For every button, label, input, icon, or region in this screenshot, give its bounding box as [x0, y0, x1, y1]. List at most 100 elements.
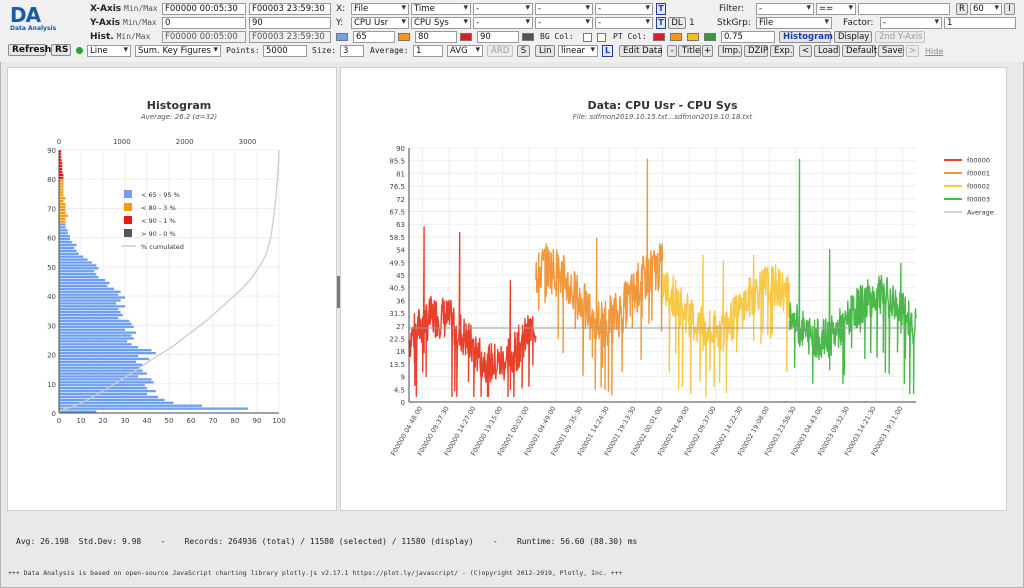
y-select-2[interactable]: CPU Sys: [411, 17, 471, 29]
save-button[interactable]: Save: [878, 45, 904, 57]
title-increase-button[interactable]: +: [702, 45, 713, 57]
factor-input[interactable]: 1: [944, 17, 1016, 29]
xaxis-max-input[interactable]: F00003 23:59:30: [249, 3, 331, 15]
average-function-select[interactable]: AVG: [447, 45, 483, 57]
previous-button[interactable]: <: [799, 45, 812, 57]
histogram-bar: [59, 384, 145, 387]
main-line-chart[interactable]: Data: CPU Usr - CPU SysFile: sdfmon2019.…: [341, 68, 1008, 512]
histogram-bar: [59, 354, 139, 358]
status-runtime: Runtime: 56.60 (88.30) ms: [516, 537, 638, 546]
aggregation-select[interactable]: Sum. Key Figures: [135, 45, 221, 57]
opacity-input[interactable]: 0.75: [721, 31, 775, 43]
x-select-4[interactable]: -: [535, 3, 593, 15]
x-select-3[interactable]: -: [473, 3, 533, 15]
histogram-bar: [59, 372, 147, 375]
x-label: X:: [336, 4, 346, 14]
export-button[interactable]: Exp.: [770, 45, 794, 57]
r-value-select[interactable]: 60: [970, 3, 1002, 15]
y-select-5[interactable]: -: [595, 17, 653, 29]
next-button[interactable]: >: [906, 45, 919, 57]
histogram-panel: Histogram Average: 26.2 (σ=32) 0 10 20 30 40 50…: [7, 67, 337, 511]
edit-data-button[interactable]: Edit Data: [619, 45, 662, 57]
size-label: Size:: [312, 46, 337, 55]
y-title-toggle[interactable]: T: [656, 17, 666, 29]
ard-button[interactable]: ARD: [487, 45, 513, 57]
x-title-toggle[interactable]: T: [656, 3, 666, 15]
average-input[interactable]: 1: [413, 45, 443, 57]
filter-operator-select[interactable]: ==: [816, 3, 856, 15]
main-chart-subtitle: File: sdfmon2019.10.15.txt...sdfmon2019.…: [573, 113, 753, 121]
threshold-1-input[interactable]: 65: [353, 31, 395, 43]
display-button[interactable]: Display: [834, 31, 872, 43]
x-select-1[interactable]: File: [351, 3, 409, 15]
histogram-bar: [59, 401, 174, 404]
histogram-top-tick-label: 3000: [239, 138, 257, 146]
load-button[interactable]: Load: [814, 45, 840, 57]
title-decrease-button[interactable]: -: [667, 45, 677, 57]
yaxis-max-input[interactable]: 90: [249, 17, 331, 29]
bg-col-checkbox-2[interactable]: [597, 33, 606, 42]
l-button[interactable]: L: [602, 45, 613, 57]
y-select-4[interactable]: -: [535, 17, 593, 29]
xaxis-min-input[interactable]: F00000 00:05:30: [162, 3, 246, 15]
threshold-color-2[interactable]: [398, 33, 410, 41]
histogram-bar: [59, 322, 132, 326]
chart-type-select[interactable]: Line: [87, 45, 131, 57]
threshold-2-input[interactable]: 80: [415, 31, 457, 43]
yaxis-min-input[interactable]: 0: [162, 17, 246, 29]
y-select-1[interactable]: CPU Usr: [351, 17, 409, 29]
size-input[interactable]: 3: [340, 45, 364, 57]
bg-col-checkbox-1[interactable]: [583, 33, 592, 42]
refresh-button[interactable]: Refresh: [8, 44, 51, 56]
points-input[interactable]: 5000: [263, 45, 307, 57]
default-button[interactable]: Default: [842, 45, 877, 57]
histogram-legend-label: < 80 - 3 %: [141, 204, 176, 212]
info-button[interactable]: I: [1004, 3, 1015, 15]
histogram-bar: [59, 173, 64, 177]
scale-select[interactable]: linear: [558, 45, 598, 57]
s-button[interactable]: S: [517, 45, 530, 57]
filter-value-input[interactable]: [858, 3, 950, 15]
pt-color-4[interactable]: [704, 33, 716, 41]
dzip-button[interactable]: DZIP: [744, 45, 768, 57]
main-y-tick-label: 81: [396, 170, 405, 178]
threshold-3-input[interactable]: 90: [477, 31, 519, 43]
second-yaxis-button[interactable]: 2nd Y-Axis: [875, 31, 925, 43]
dl-button[interactable]: DL: [668, 17, 686, 29]
hide-link[interactable]: Hide: [925, 47, 943, 56]
hist-max-input[interactable]: F00003 23:59:30: [249, 31, 331, 43]
histogram-y-tick-label: 60: [47, 235, 56, 243]
histogram-y-tick-label: 40: [47, 293, 56, 301]
histogram-bar: [59, 270, 95, 273]
status-bar: Avg: 26.198 Std.Dev: 9.98 - Records: 264…: [16, 537, 638, 546]
x-select-2[interactable]: Time: [411, 3, 471, 15]
main-y-tick-label: 31.5: [389, 310, 405, 318]
threshold-color-4[interactable]: [522, 33, 534, 41]
rs-button[interactable]: RS: [51, 44, 71, 56]
pt-color-1[interactable]: [653, 33, 665, 41]
hist-min-input[interactable]: F00000 00:05:00: [162, 31, 246, 43]
main-y-tick-label: 18: [396, 348, 405, 356]
y-select-3[interactable]: -: [473, 17, 533, 29]
lin-button[interactable]: Lin: [535, 45, 555, 57]
filter-field-select[interactable]: -: [756, 3, 814, 15]
histogram-x-tick-label: 70: [209, 417, 218, 425]
histogram-x-tick-label: 100: [272, 417, 285, 425]
threshold-color-1[interactable]: [336, 33, 348, 41]
y-label: Y:: [336, 18, 344, 28]
threshold-color-3[interactable]: [460, 33, 472, 41]
pt-color-2[interactable]: [670, 33, 682, 41]
histogram-button[interactable]: Histogram: [779, 31, 833, 43]
stkgrp-select[interactable]: File: [756, 17, 832, 29]
histogram-chart[interactable]: HistogramAverage: 26.2 (σ=32) 0 10 20 30 40 50…: [8, 68, 338, 512]
import-button[interactable]: Imp.: [718, 45, 742, 57]
x-select-5[interactable]: -: [595, 3, 653, 15]
status-indicator-icon: [76, 47, 83, 54]
factor-select[interactable]: -: [880, 17, 942, 29]
histogram-bar: [59, 232, 68, 235]
r-button[interactable]: R: [956, 3, 968, 15]
title-button[interactable]: Title: [678, 45, 701, 57]
yaxis-label: Y-Axis Min/Max: [90, 18, 157, 28]
histogram-bar: [59, 261, 92, 264]
pt-color-3[interactable]: [687, 33, 699, 41]
